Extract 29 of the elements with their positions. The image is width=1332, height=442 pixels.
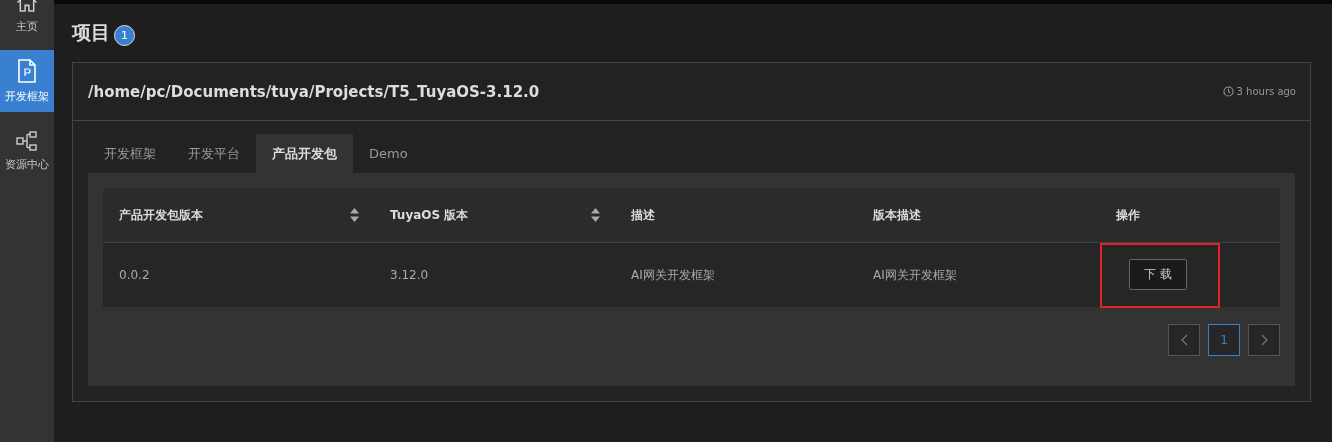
tab[interactable]: 开发框架 — [88, 134, 172, 173]
page-button[interactable]: 1 — [1208, 324, 1240, 356]
table-cell: 3.12.0 — [390, 268, 429, 282]
column-header: 描述 — [631, 206, 655, 224]
table-cell: AI网关开发框架 — [631, 266, 715, 284]
table-cell: 0.0.2 — [119, 268, 150, 282]
sidebar-item[interactable]: 资源中心 — [0, 120, 54, 182]
nodes-icon — [16, 130, 38, 151]
sidebar-item[interactable]: 主页 — [0, 0, 54, 42]
tab[interactable]: Demo — [353, 134, 424, 173]
column-header: 版本描述 — [873, 206, 921, 224]
column-header: TuyaOS 版本 — [390, 206, 469, 224]
sort-icon[interactable] — [350, 208, 359, 222]
chevron-left-icon — [1180, 334, 1188, 346]
chevron-right-icon — [1260, 334, 1268, 346]
tab[interactable]: 开发平台 — [172, 134, 256, 173]
page-title: 项目 — [72, 20, 110, 45]
sort-icon[interactable] — [591, 208, 600, 222]
column-header: 操作 — [1116, 206, 1140, 224]
tab[interactable]: 产品开发包 — [256, 134, 353, 173]
table-cell: AI网关开发框架 — [873, 266, 957, 284]
sidebar-item[interactable]: 开发框架 — [0, 50, 54, 112]
column-header: 产品开发包版本 — [119, 206, 203, 224]
download-button[interactable]: 下 载 — [1129, 258, 1187, 290]
project-path: /home/pc/Documents/tuya/Projects/T5_TuyaOS-3.12.0 — [88, 82, 540, 101]
file-icon — [17, 58, 37, 83]
updated-time: 3 hours ago — [1236, 86, 1296, 97]
count-badge: 1 — [114, 24, 135, 46]
clock-icon — [1222, 86, 1234, 97]
